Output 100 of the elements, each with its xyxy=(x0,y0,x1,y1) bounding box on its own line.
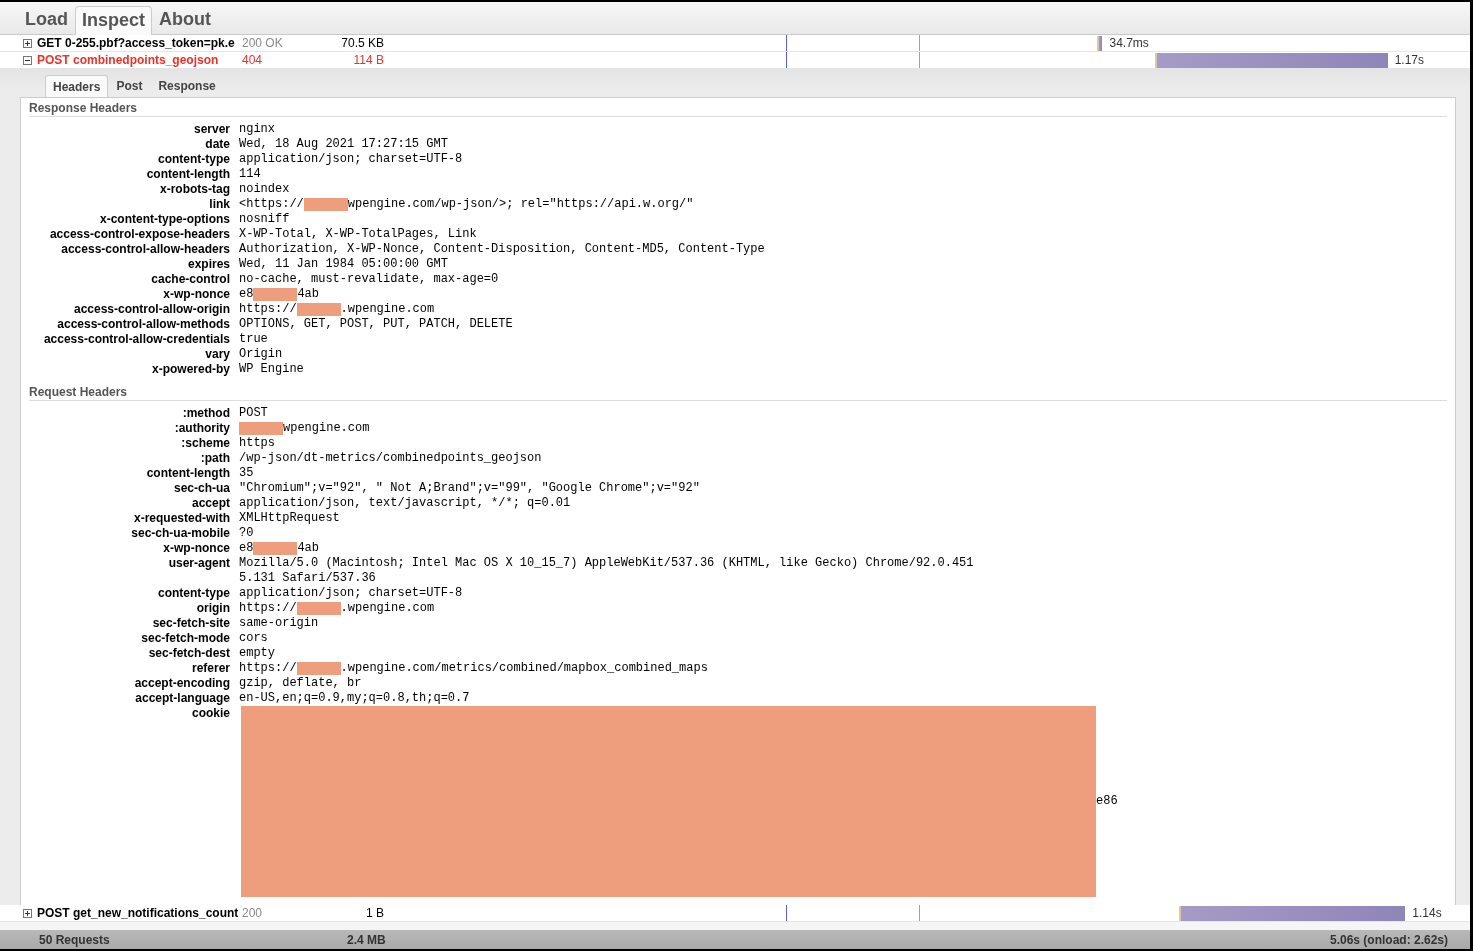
header-value: wpengine.com xyxy=(283,421,370,436)
header-value: 4ab xyxy=(297,541,319,556)
header-name: :method xyxy=(181,406,230,421)
header-value: Origin xyxy=(239,347,283,362)
header-name: x-robots-tag xyxy=(159,182,230,197)
header-value: application/json; charset=UTF-8 xyxy=(239,586,463,601)
header-name: access-control-allow-methods xyxy=(56,317,230,332)
header-value: OPTIONS, GET, POST, PUT, PATCH, DELETE xyxy=(239,317,513,332)
request-name[interactable]: POST get_new_notifications_count xyxy=(37,906,242,920)
header-name: sec-ch-ua xyxy=(172,481,230,496)
request-size: 114 B xyxy=(352,53,384,67)
header-value: https:// xyxy=(239,661,297,676)
header-name: sec-fetch-mode xyxy=(140,631,230,646)
header-name: sec-ch-ua-mobile xyxy=(130,526,230,541)
section-title: Response Headers xyxy=(29,101,1447,117)
redaction-block xyxy=(239,422,283,435)
header-value: gzip, deflate, br xyxy=(239,676,362,691)
header-value: application/json; charset=UTF-8 xyxy=(239,152,463,167)
header-value: XMLHttpRequest xyxy=(239,511,340,526)
expand-icon[interactable] xyxy=(23,38,32,48)
header-value: noindex xyxy=(239,182,290,197)
header-value: empty xyxy=(239,646,275,661)
total-size: 2.4 MB xyxy=(347,932,387,947)
header-name: content-type xyxy=(157,152,230,167)
header-name: access-control-allow-headers xyxy=(60,242,230,257)
redaction-block xyxy=(253,542,298,555)
header-name: accept xyxy=(190,496,230,511)
redaction-block xyxy=(296,602,341,615)
redaction-block xyxy=(296,303,341,316)
redaction-block xyxy=(303,198,348,211)
header-name: link xyxy=(208,197,230,212)
header-value: .wpengine.com xyxy=(340,302,435,317)
header-name: accept-encoding xyxy=(133,676,230,691)
header-name: sec-fetch-site xyxy=(151,616,230,631)
tab[interactable]: Load xyxy=(18,5,75,34)
header-value: same-origin xyxy=(239,616,319,631)
header-name: :scheme xyxy=(180,436,230,451)
header-value: nosniff xyxy=(239,212,290,227)
header-value: .wpengine.com xyxy=(340,601,435,616)
header-name: access-control-allow-credentials xyxy=(42,332,230,347)
header-name: origin xyxy=(195,601,230,616)
header-value: e8 xyxy=(239,541,254,556)
header-value: https xyxy=(239,436,275,451)
header-name: content-type xyxy=(157,586,230,601)
timing-label: 1.17s xyxy=(1394,53,1425,68)
redaction-block xyxy=(253,288,298,301)
timing-label: 1.14s xyxy=(1412,906,1442,921)
header-value: true xyxy=(239,332,268,347)
tab[interactable]: Headers xyxy=(45,75,109,98)
timing-label: 34.7ms xyxy=(1109,36,1149,51)
header-name: date xyxy=(204,137,230,152)
header-name: access-control-allow-origin xyxy=(72,302,230,317)
request-size: 1 B xyxy=(365,906,384,920)
header-value: https:// xyxy=(239,302,297,317)
header-value: cors xyxy=(239,631,268,646)
total-time: 5.06s (onload: 2.62s) xyxy=(1329,932,1448,947)
collapse-icon[interactable] xyxy=(23,55,32,65)
request-status: 404 xyxy=(242,53,264,67)
header-value: X-WP-Total, X-WP-TotalPages, Link xyxy=(239,227,477,242)
header-name: access-control-expose-headers xyxy=(48,227,230,242)
header-value: wpengine.com/wp-json/>; rel="https://api.w.org/" xyxy=(347,197,694,212)
header-name: server xyxy=(192,122,230,137)
tab[interactable]: Post xyxy=(108,75,151,97)
header-name: x-requested-with xyxy=(133,511,230,526)
header-value: WP Engine xyxy=(239,362,304,377)
header-value: /wp-json/dt-metrics/combinedpoints_geojson xyxy=(239,451,542,466)
request-name[interactable]: GET 0-255.pbf?access_token=pk.e xyxy=(37,36,242,50)
request-status: 200 OK xyxy=(242,36,284,50)
header-name: sec-fetch-dest xyxy=(147,646,230,661)
header-value: "Chromium";v="92", " Not A;Brand";v="99", "Google Chrome";v="92" xyxy=(239,481,700,496)
header-name: expires xyxy=(186,257,230,272)
header-name: content-length xyxy=(145,167,230,182)
header-value: no-cache, must-revalidate, max-age=0 xyxy=(239,272,499,287)
tab[interactable]: Inspect xyxy=(75,6,153,35)
header-name: accept-language xyxy=(134,691,230,706)
request-size: 70.5 KB xyxy=(340,36,384,50)
header-value: .wpengine.com/metrics/combined/mapbox_combined_maps xyxy=(340,661,708,676)
header-name: content-length xyxy=(145,466,230,481)
request-name[interactable]: POST combinedpoints_geojson xyxy=(37,53,242,67)
expand-icon[interactable] xyxy=(23,908,32,918)
header-name: :path xyxy=(199,451,230,466)
tab[interactable]: About xyxy=(152,5,218,34)
request-count: 50 Requests xyxy=(39,932,111,947)
header-value: e86 xyxy=(1096,794,1118,809)
redaction-block xyxy=(296,662,341,675)
header-name: :authority xyxy=(173,421,230,436)
header-value: Wed, 11 Jan 1984 05:00:00 GMT xyxy=(239,257,448,272)
header-value: https:// xyxy=(239,601,297,616)
header-value: 114 xyxy=(239,167,261,182)
header-value: 35 xyxy=(239,466,254,481)
header-value: application/json, text/javascript, */*; q=0.01 xyxy=(239,496,571,511)
tab[interactable]: Response xyxy=(150,75,224,97)
header-name: referer xyxy=(190,661,230,676)
header-name: vary xyxy=(204,347,230,362)
header-name: x-wp-nonce xyxy=(162,287,230,302)
header-value: ?0 xyxy=(239,526,254,541)
header-value: 4ab xyxy=(297,287,319,302)
header-name: x-content-type-options xyxy=(99,212,230,227)
request-status: 200 xyxy=(242,906,264,920)
header-value: en-US,en;q=0.9,my;q=0.8,th;q=0.7 xyxy=(239,691,470,706)
